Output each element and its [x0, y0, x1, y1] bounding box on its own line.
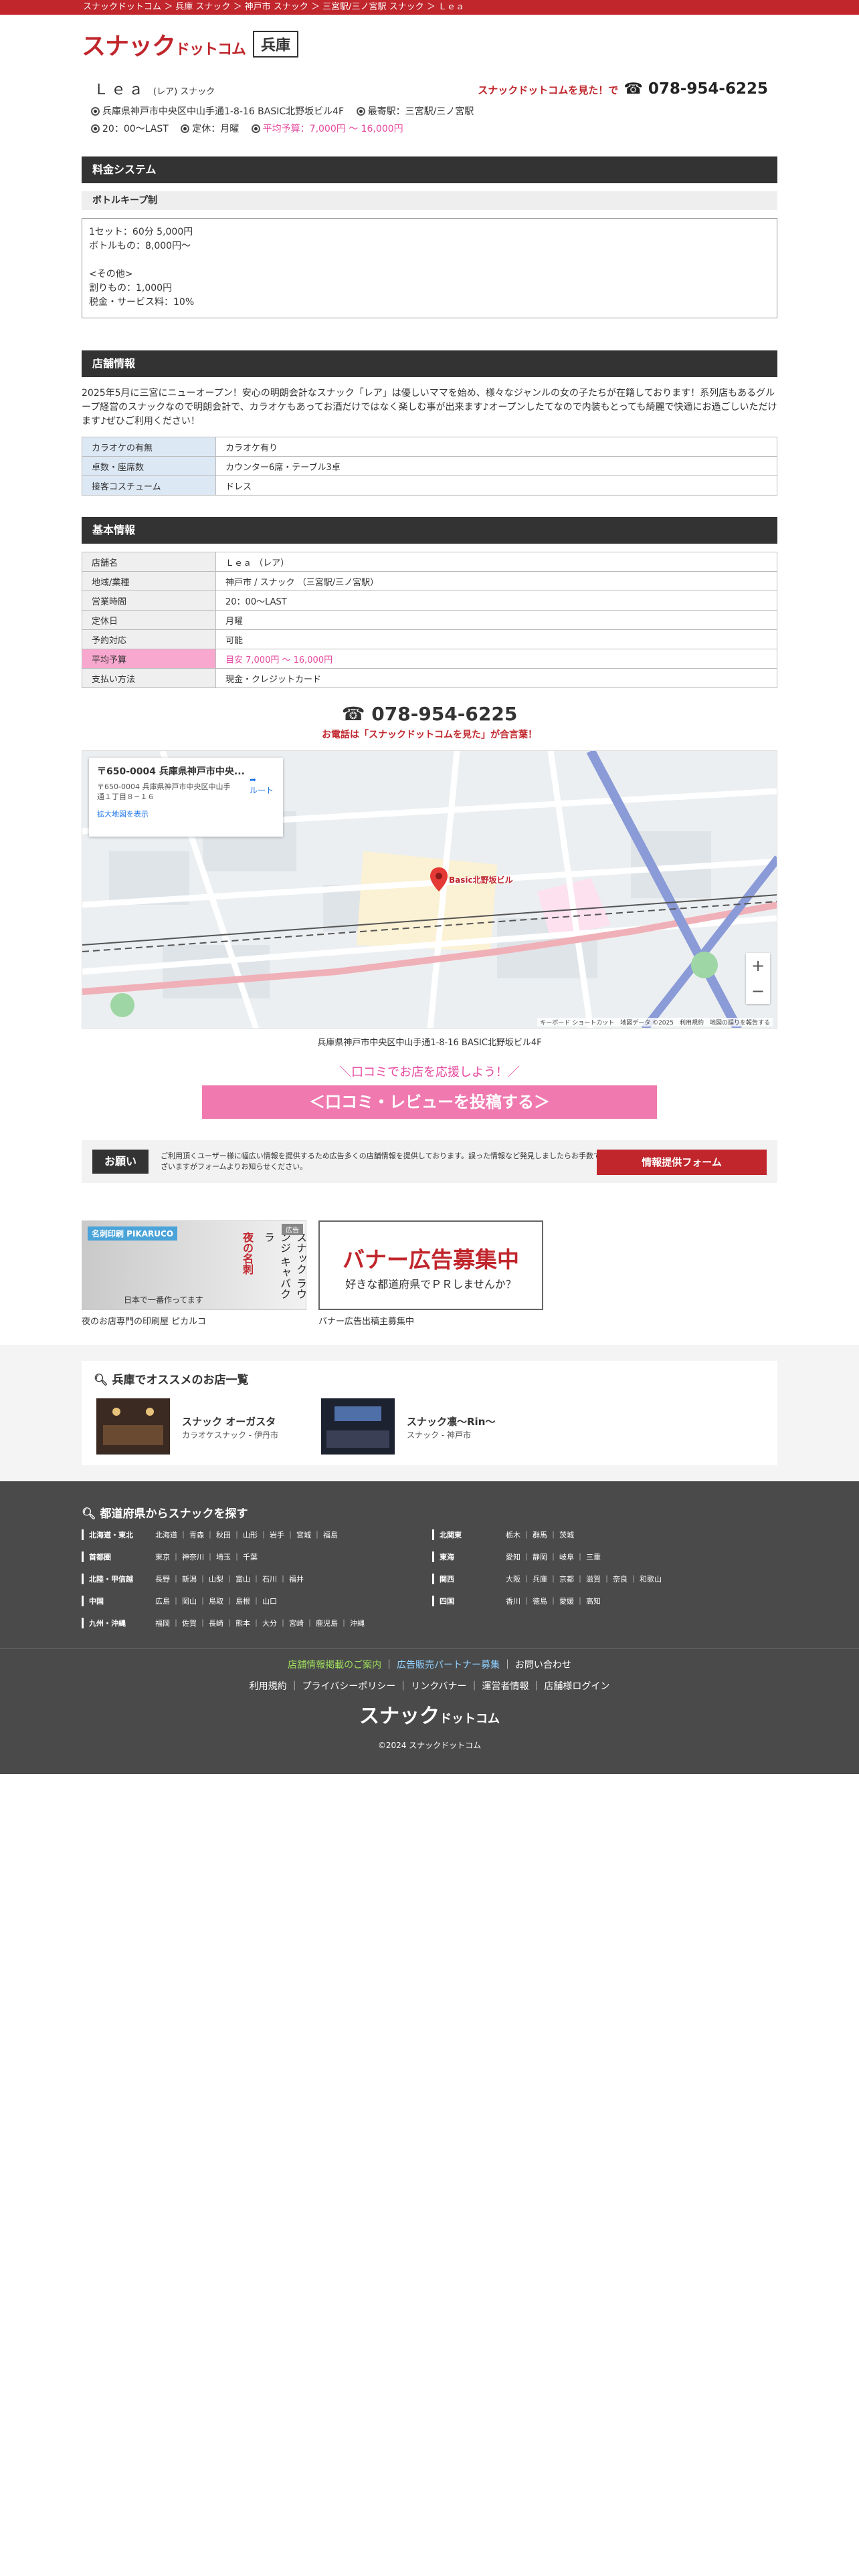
zoom-in-button[interactable]: +: [746, 953, 770, 978]
map-enlarge-link[interactable]: 拡大地図を表示: [97, 809, 275, 819]
phone-callout[interactable]: スナックドットコムを見た！で ☎ 078-954-6225: [478, 80, 768, 98]
map-route-link[interactable]: ➦ ルート: [250, 775, 274, 796]
shop-login-link[interactable]: 店舗様ログイン: [544, 1681, 609, 1692]
list-item[interactable]: スナック凛〜Rin〜 スナック - 神戸市: [321, 1398, 542, 1455]
map-info-card: 〒650-0004 兵庫県神戸市中央... 〒650-0004 兵庫県神戸市中央…: [89, 758, 283, 837]
recommend-area: 🔍︎ 兵庫でオススメのお店一覧 スナック オーガスタ カラオケスナック - 伊丹…: [0, 1345, 859, 1481]
link-banner-link[interactable]: リンクバナー: [411, 1681, 466, 1692]
shop-hours: 20：00〜LAST: [102, 124, 169, 134]
store-intro: 2025年5月に三宮にニューオープン！安心の明朗会計なスナック「レア」は優しいマ…: [82, 388, 777, 427]
table-row: 店舗名 Ｌｅａ （レア）: [82, 552, 777, 572]
map-address: 兵庫県神戸市中央区中山手通1-8-16 BASIC北野坂ビル4F: [317, 1038, 542, 1048]
copyright: ©2024 スナックドットコム: [377, 1741, 482, 1750]
shop-thumbnail: [321, 1398, 395, 1455]
table-row: 予約対応 可能: [82, 629, 777, 649]
pref-list-left: 北海道・東北 北海道 ｜ 青森 ｜ 秋田 ｜ 山形 ｜ 岩手 ｜ 宮城 ｜ 福島 …: [82, 1529, 423, 1640]
holiday-icon: [181, 124, 190, 133]
post-review-button[interactable]: ＜口コミ・レビューを投稿する＞: [202, 1085, 657, 1119]
footer-logo[interactable]: スナックドットコム: [0, 1699, 859, 1729]
banner-caption[interactable]: 夜のお店専門の印刷屋 ピカルコ: [82, 1314, 206, 1327]
breadcrumb: スナックドットコム ＞ 兵庫 スナック ＞ 神戸市 スナック ＞ 三宮駅/三ノ宮…: [0, 0, 859, 15]
shop-budget: 平均予算：7,000円 〜 16,000円: [262, 124, 403, 134]
search-icon: 🔍︎: [94, 1374, 108, 1387]
shop-meta-row-2: 20：00〜LAST 定休：月曜 平均予算：7,000円 〜 16,000円: [91, 122, 413, 135]
prefecture-label: 兵庫: [253, 31, 299, 58]
shop-thumbnail: [96, 1398, 170, 1455]
shop-holiday: 定休：月曜: [192, 124, 240, 134]
table-row: 地域/業種 神戸市 / スナック （三宮駅/三ノ宮駅）: [82, 571, 777, 591]
table-row: 卓数・座席数 カウンター6席・テーブル3卓: [82, 456, 777, 476]
shop-station: 最寄駅：三宮駅/三ノ宮駅: [367, 106, 474, 117]
review-lead: ＼口コミでお店を応援しよう！／: [339, 1065, 520, 1079]
phone-number: ☎ 078-954-6225: [624, 80, 768, 98]
banner-area: 名刺印刷 PIKARUCO 夜の名刺 スナック ラウンジ キャバクラ 広告 日本…: [82, 1220, 777, 1338]
table-row: 支払い方法 現金・クレジットカード: [82, 668, 777, 688]
location-pin-icon[interactable]: [429, 866, 449, 893]
list-item[interactable]: スナック オーガスタ カラオケスナック - 伊丹市: [96, 1398, 317, 1455]
breadcrumb-text[interactable]: スナックドットコム ＞ 兵庫 スナック ＞ 神戸市 スナック ＞ 三宮駅/三ノ宮…: [83, 2, 464, 12]
footer-title: 🔍︎ 都道府県からスナックを探す: [82, 1507, 248, 1521]
price-subtitle: ボトルキープ制: [82, 191, 777, 210]
listing-guide-link[interactable]: 店舗情報掲載のご案内: [288, 1660, 381, 1671]
address-icon: [91, 107, 100, 116]
terms-link[interactable]: 利用規約: [250, 1681, 287, 1692]
map-card-address: 〒650-0004 兵庫県神戸市中央区中山手通１丁目８−１６: [97, 782, 231, 801]
shop-name: Ｌｅａ (レア) スナック: [94, 82, 215, 98]
shop-address: 兵庫県神戸市中央区中山手通1-8-16 BASIC北野坂ビル4F: [102, 106, 345, 117]
map-zoom-control: + −: [746, 953, 770, 1004]
recommend-title: 🔍︎ 兵庫でオススメのお店一覧: [94, 1374, 249, 1387]
site-footer: 🔍︎ 都道府県からスナックを探す 北海道・東北 北海道 ｜ 青森 ｜ 秋田 ｜ 山…: [0, 1481, 859, 1774]
table-row: 接客コスチューム ドレス: [82, 475, 777, 496]
phone-note: お電話は「スナックドットコムを見た」が合言葉！: [322, 730, 537, 740]
map-attribution[interactable]: キーボード ショートカット 地図データ ©2025 利用規約 地図の誤りを報告す…: [537, 1018, 773, 1027]
budget-icon: [251, 124, 260, 133]
shop-meta-row-1: 兵庫県神戸市中央区中山手通1-8-16 BASIC北野坂ビル4F 最寄駅：三宮駅…: [91, 104, 483, 118]
privacy-link[interactable]: プライバシーポリシー: [302, 1681, 396, 1692]
price-section-title: 料金システム: [82, 156, 777, 183]
map-card-title: 〒650-0004 兵庫県神戸市中央...: [97, 766, 245, 777]
station-icon: [356, 107, 365, 116]
footer-links-secondary: 利用規約 ｜ プライバシーポリシー ｜ リンクバナー ｜ 運営者情報 ｜ 店舗様…: [249, 1681, 610, 1692]
ad-badge: 広告: [282, 1224, 303, 1235]
footer-links-primary: 店舗情報掲載のご案内 ｜ 広告販売パートナー募集 ｜ お問い合わせ: [288, 1660, 571, 1671]
contact-link[interactable]: お問い合わせ: [515, 1660, 571, 1671]
table-row: カラオケの有無 カラオケ有り: [82, 437, 777, 457]
notice-label: お願い: [92, 1150, 149, 1174]
site-header: スナックドットコム 兵庫: [82, 15, 777, 63]
clock-icon: [91, 124, 100, 133]
info-form-button[interactable]: 情報提供フォーム: [597, 1150, 767, 1175]
notice-text: ご利用頂くユーザー様に幅広い情報を提供するため広告多くの店舗情報を提供しておりま…: [161, 1152, 616, 1171]
table-row: 営業時間 20：00〜LAST: [82, 591, 777, 611]
basic-table: 店舗名 Ｌｅａ （レア） 地域/業種 神戸市 / スナック （三宮駅/三ノ宮駅） 営…: [82, 552, 777, 688]
search-icon: 🔍︎: [82, 1507, 96, 1521]
banner-caption[interactable]: バナー広告出稿主募集中: [318, 1314, 414, 1327]
footer-divider: [0, 1648, 859, 1649]
store-table: カラオケの有無 カラオケ有り 卓数・座席数 カウンター6席・テーブル3卓 接客コスチ…: [82, 437, 777, 496]
table-row: 定休日 月曜: [82, 610, 777, 630]
price-box: 1セット：60分 5,000円 ボトルもの：8,000円〜 <その他> 割りもの…: [82, 218, 777, 318]
pikaruco-banner[interactable]: 名刺印刷 PIKARUCO 夜の名刺 スナック ラウンジ キャバクラ 広告 日本…: [82, 1220, 307, 1310]
notice-box: お願い ご利用頂くユーザー様に幅広い情報を提供するため広告多くの店舗情報を提供し…: [82, 1140, 777, 1183]
partner-link[interactable]: 広告販売パートナー募集: [397, 1660, 500, 1671]
zoom-out-button[interactable]: −: [746, 978, 770, 1004]
map-pin-label: Basic北野坂ビル: [449, 875, 513, 885]
directions-icon: ➦: [249, 775, 257, 784]
table-row-budget: 平均予算 目安 7,000円 〜 16,000円: [82, 649, 777, 669]
map-embed[interactable]: Basic北野坂ビル 〒650-0004 兵庫県神戸市中央... 〒650-00…: [82, 750, 777, 1029]
operator-link[interactable]: 運営者情報: [482, 1681, 529, 1692]
phone-number-large[interactable]: ☎ 078-954-6225: [82, 703, 777, 725]
recommend-list: 🔍︎ 兵庫でオススメのお店一覧 スナック オーガスタ カラオケスナック - 伊丹…: [82, 1361, 777, 1465]
basic-section-title: 基本情報: [82, 517, 777, 544]
site-logo[interactable]: スナックドットコム: [82, 27, 246, 62]
pref-list-right: 北関東 栃木 ｜ 群馬 ｜ 茨城 東海 愛知 ｜ 静岡 ｜ 岐阜 ｜ 三重 関西 大阪…: [432, 1529, 773, 1618]
shop-header: Ｌｅａ (レア) スナック スナックドットコムを見た！で ☎ 078-954-62…: [82, 63, 777, 135]
ad-recruit-banner[interactable]: バナー広告募集中 好きな都道府県でＰＲしませんか？: [318, 1220, 543, 1310]
store-section-title: 店舗情報: [82, 350, 777, 377]
